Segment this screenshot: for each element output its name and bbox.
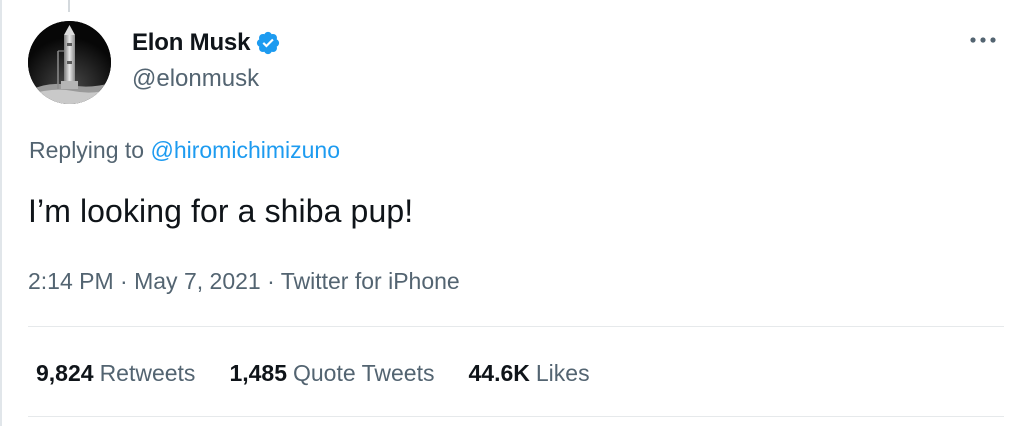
left-border bbox=[0, 0, 2, 426]
meta-separator: · bbox=[120, 268, 135, 294]
reply-mention-link[interactable]: @hiromichimizuno bbox=[150, 137, 340, 163]
more-options-button[interactable] bbox=[966, 28, 1000, 52]
meta-separator: · bbox=[267, 268, 281, 294]
quote-tweets-label: Quote Tweets bbox=[293, 360, 435, 386]
likes-label: Likes bbox=[535, 360, 590, 386]
author-block: Elon Musk @elonmusk bbox=[132, 27, 281, 93]
tweet-time[interactable]: 2:14 PM bbox=[28, 268, 114, 294]
retweets-stat[interactable]: 9,824 Retweets bbox=[36, 360, 195, 387]
engagement-stats: 9,824 Retweets 1,485 Quote Tweets 44.6K Lik… bbox=[36, 360, 624, 387]
retweets-label: Retweets bbox=[99, 360, 196, 386]
tweet-metadata: 2:14 PM · May 7, 2021 · Twitter for iPho… bbox=[28, 268, 460, 295]
tweet-source[interactable]: Twitter for iPhone bbox=[281, 268, 460, 294]
quote-tweets-count: 1,485 bbox=[229, 360, 287, 386]
replying-to: Replying to @hiromichimizuno bbox=[29, 137, 340, 164]
verified-badge-icon bbox=[257, 31, 280, 55]
divider bbox=[28, 326, 1004, 327]
author-handle[interactable]: @elonmusk bbox=[132, 65, 281, 93]
reply-thread-line bbox=[68, 0, 70, 12]
tweet-date[interactable]: May 7, 2021 bbox=[134, 268, 261, 294]
avatar[interactable] bbox=[28, 21, 111, 104]
author-name[interactable]: Elon Musk bbox=[132, 29, 250, 57]
likes-stat[interactable]: 44.6K Likes bbox=[469, 360, 590, 387]
rocket-photo-icon bbox=[28, 21, 111, 104]
quote-tweets-stat[interactable]: 1,485 Quote Tweets bbox=[229, 360, 434, 387]
more-horizontal-icon bbox=[970, 37, 996, 43]
tweet-text: I’m looking for a shiba pup! bbox=[28, 193, 414, 229]
replying-to-label: Replying to bbox=[29, 137, 151, 163]
retweets-count: 9,824 bbox=[36, 360, 94, 386]
author-name-row: Elon Musk bbox=[132, 27, 281, 59]
tweet-detail: Elon Musk @elonmusk Replying to @hiromic… bbox=[0, 0, 1018, 426]
divider bbox=[28, 416, 1004, 417]
likes-count: 44.6K bbox=[468, 360, 530, 386]
